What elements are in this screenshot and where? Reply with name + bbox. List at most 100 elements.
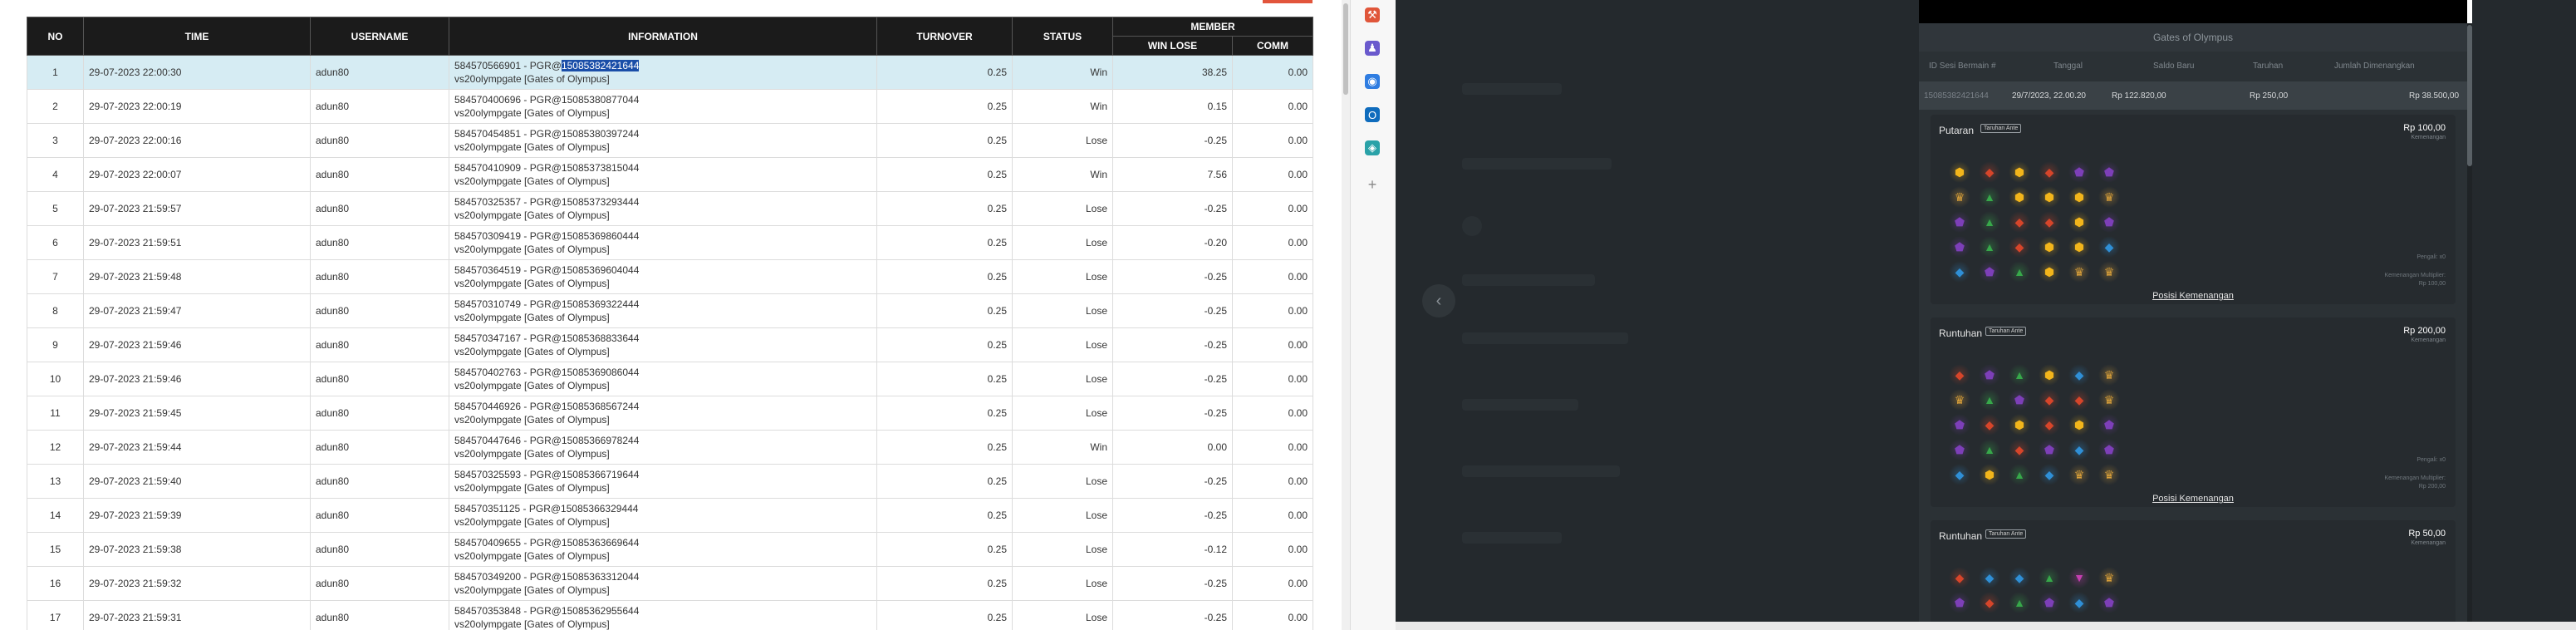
cell-information[interactable]: 584570447646 - PGR@15085366978244 vs20oly… xyxy=(449,430,877,465)
cell-information[interactable]: 584570446926 - PGR@15085368567244 vs20oly… xyxy=(449,396,877,431)
cell-turnover: 0.25 xyxy=(876,327,1013,362)
cell-win-lose: -0.12 xyxy=(1112,532,1233,567)
spin-type: Putaran xyxy=(1939,125,1975,136)
info-game: vs20olympgate [Gates of Olympus] xyxy=(454,107,610,119)
header-time[interactable]: TIME xyxy=(83,17,311,56)
table-row[interactable]: 10 29-07-2023 21:59:46 adun80 584570402763 … xyxy=(27,362,1313,396)
header-information[interactable]: INFORMATION xyxy=(449,17,877,56)
table-row[interactable]: 3 29-07-2023 22:00:16 adun80 584570454851 -… xyxy=(27,123,1313,158)
header-member: MEMBER xyxy=(1112,17,1313,37)
cell-comm: 0.00 xyxy=(1232,396,1313,431)
cell-information[interactable]: 584570353848 - PGR@15085362955644 vs20oly… xyxy=(449,600,877,630)
header-comm[interactable]: COMM xyxy=(1232,36,1313,56)
red-gem-icon: ◆ xyxy=(2039,211,2060,233)
cell-username: adun80 xyxy=(310,327,449,362)
header-status[interactable]: STATUS xyxy=(1012,17,1113,56)
spin-win-label: Kemenangan xyxy=(2411,135,2446,140)
table-scrollbar[interactable] xyxy=(1342,0,1350,630)
header-username[interactable]: USERNAME xyxy=(310,17,449,56)
table-row[interactable]: 7 29-07-2023 21:59:48 adun80 584570364519 -… xyxy=(27,259,1313,294)
yellow-gem-icon: ⬢ xyxy=(2009,186,2030,208)
cell-information[interactable]: 584570409655 - PGR@15085363669644 vs20oly… xyxy=(449,532,877,567)
cell-time: 29-07-2023 21:59:57 xyxy=(83,191,311,226)
multiplier-win-value: Rp 100,00 xyxy=(2418,281,2446,287)
selected-text[interactable]: 15085382421644 xyxy=(561,60,640,71)
info-transaction-id: 584570309419 - PGR@15085369860444 xyxy=(454,230,640,242)
info-game: vs20olympgate [Gates of Olympus] xyxy=(454,278,610,289)
outlook-icon[interactable]: O xyxy=(1365,107,1380,122)
cell-status: Lose xyxy=(1012,566,1113,601)
transaction-report-panel: NO TIME USERNAME INFORMATION TURNOVER ST… xyxy=(0,0,1350,630)
back-arrow-icon[interactable]: ‹ xyxy=(1422,284,1455,317)
cell-information[interactable]: 584570454851 - PGR@15085380397244 vs20oly… xyxy=(449,123,877,158)
table-row[interactable]: 13 29-07-2023 21:59:40 adun80 584570325593 … xyxy=(27,464,1313,499)
cell-status: Lose xyxy=(1012,293,1113,328)
edge-drop-icon[interactable]: ◈ xyxy=(1365,140,1380,155)
header-turnover[interactable]: TURNOVER xyxy=(876,17,1013,56)
cell-information[interactable]: 584570325357 - PGR@15085373293444 vs20oly… xyxy=(449,191,877,226)
table-row[interactable]: 12 29-07-2023 21:59:44 adun80 584570447646 … xyxy=(27,430,1313,465)
copilot-icon[interactable]: ◉ xyxy=(1365,74,1380,89)
toolbox-icon[interactable]: ⚒ xyxy=(1365,7,1380,22)
header-win-lose[interactable]: WIN LOSE xyxy=(1112,36,1233,56)
table-row[interactable]: 17 29-07-2023 21:59:31 adun80 584570353848 … xyxy=(27,600,1313,630)
table-row[interactable]: 15 29-07-2023 21:59:38 adun80 584570409655 … xyxy=(27,532,1313,567)
multiplier-win-label: Kemenangan Multiplier: xyxy=(2384,475,2446,481)
cell-information[interactable]: 584570410909 - PGR@15085373815044 vs20oly… xyxy=(449,157,877,192)
cell-information[interactable]: 584570364519 - PGR@15085369604044 vs20oly… xyxy=(449,259,877,294)
cell-comm: 0.00 xyxy=(1232,464,1313,499)
table-row[interactable]: 4 29-07-2023 22:00:07 adun80 584570410909 -… xyxy=(27,157,1313,192)
cell-username: adun80 xyxy=(310,396,449,431)
winning-positions-link[interactable]: Posisi Kemenangan xyxy=(1931,494,2456,504)
horizontal-scrollbar[interactable] xyxy=(1396,622,2576,630)
cell-username: adun80 xyxy=(310,600,449,630)
table-row[interactable]: 1 29-07-2023 22:00:30 adun80 584570566901 -… xyxy=(27,55,1313,90)
table-row[interactable]: 11 29-07-2023 21:59:45 adun80 584570446926 … xyxy=(27,396,1313,431)
cell-turnover: 0.25 xyxy=(876,293,1013,328)
cell-turnover: 0.25 xyxy=(876,430,1013,465)
red-gem-icon: ◆ xyxy=(1979,161,2000,183)
cell-information[interactable]: 584570351125 - PGR@15085366329444 vs20oly… xyxy=(449,498,877,533)
blue-gem-icon: ◆ xyxy=(1949,464,1970,485)
purple-gem-icon: ⬟ xyxy=(1949,414,1970,436)
cell-information[interactable]: 584570402763 - PGR@15085369086044 vs20oly… xyxy=(449,362,877,396)
blue-gem-icon: ◆ xyxy=(2068,439,2090,460)
cell-information[interactable]: 584570310749 - PGR@15085369322444 vs20oly… xyxy=(449,293,877,328)
cell-comm: 0.00 xyxy=(1232,89,1313,124)
red-gem-icon: ◆ xyxy=(2009,211,2030,233)
purple-gem-icon: ⬟ xyxy=(1949,592,1970,613)
table-row[interactable]: 16 29-07-2023 21:59:32 adun80 584570349200 … xyxy=(27,566,1313,601)
cell-information[interactable]: 584570349200 - PGR@15085363312044 vs20oly… xyxy=(449,566,877,601)
cell-information[interactable]: 584570400696 - PGR@15085380877044 vs20oly… xyxy=(449,89,877,124)
cell-time: 29-07-2023 21:59:40 xyxy=(83,464,311,499)
ante-bet-badge: Taruhan Ante xyxy=(1985,327,2027,336)
purple-gem-icon: ⬟ xyxy=(2098,161,2120,183)
table-row[interactable]: 6 29-07-2023 21:59:51 adun80 584570309419 -… xyxy=(27,225,1313,260)
green-gem-icon: ▲ xyxy=(2009,261,2030,283)
cell-time: 29-07-2023 22:00:16 xyxy=(83,123,311,158)
info-transaction-id: 584570400696 - PGR@15085380877044 xyxy=(454,94,640,106)
faded-row xyxy=(1462,158,1612,170)
pink-gem-icon: ▼ xyxy=(2068,567,2090,588)
faded-row xyxy=(1462,83,1562,95)
purple-gem-icon: ⬟ xyxy=(2009,389,2030,411)
cell-information[interactable]: 584570347167 - PGR@15085368833644 vs20oly… xyxy=(449,327,877,362)
cell-information[interactable]: 584570566901 - PGR@15085382421644 vs20oly… xyxy=(449,55,877,90)
spin-win-amount: Rp 200,00 xyxy=(2403,326,2446,336)
spin-win-label: Kemenangan xyxy=(2411,540,2446,546)
header-no[interactable]: NO xyxy=(27,17,84,56)
winning-positions-link[interactable]: Posisi Kemenangan xyxy=(1931,291,2456,301)
people-icon[interactable]: ♟ xyxy=(1365,41,1380,56)
cell-information[interactable]: 584570325593 - PGR@15085366719644 vs20oly… xyxy=(449,464,877,499)
cell-information[interactable]: 584570309419 - PGR@15085369860444 vs20oly… xyxy=(449,225,877,260)
table-row[interactable]: 14 29-07-2023 21:59:39 adun80 584570351125 … xyxy=(27,498,1313,533)
green-gem-icon: ▲ xyxy=(1979,211,2000,233)
purple-gem-icon: ⬟ xyxy=(1979,261,2000,283)
table-row[interactable]: 2 29-07-2023 22:00:19 adun80 584570400696 -… xyxy=(27,89,1313,124)
table-row[interactable]: 5 29-07-2023 21:59:57 adun80 584570325357 -… xyxy=(27,191,1313,226)
scrollbar-thumb[interactable] xyxy=(1343,3,1348,95)
col-balance: Saldo Baru xyxy=(2153,62,2195,71)
table-row[interactable]: 9 29-07-2023 21:59:46 adun80 584570347167 -… xyxy=(27,327,1313,362)
add-icon[interactable]: + xyxy=(1365,176,1380,193)
table-row[interactable]: 8 29-07-2023 21:59:47 adun80 584570310749 -… xyxy=(27,293,1313,328)
